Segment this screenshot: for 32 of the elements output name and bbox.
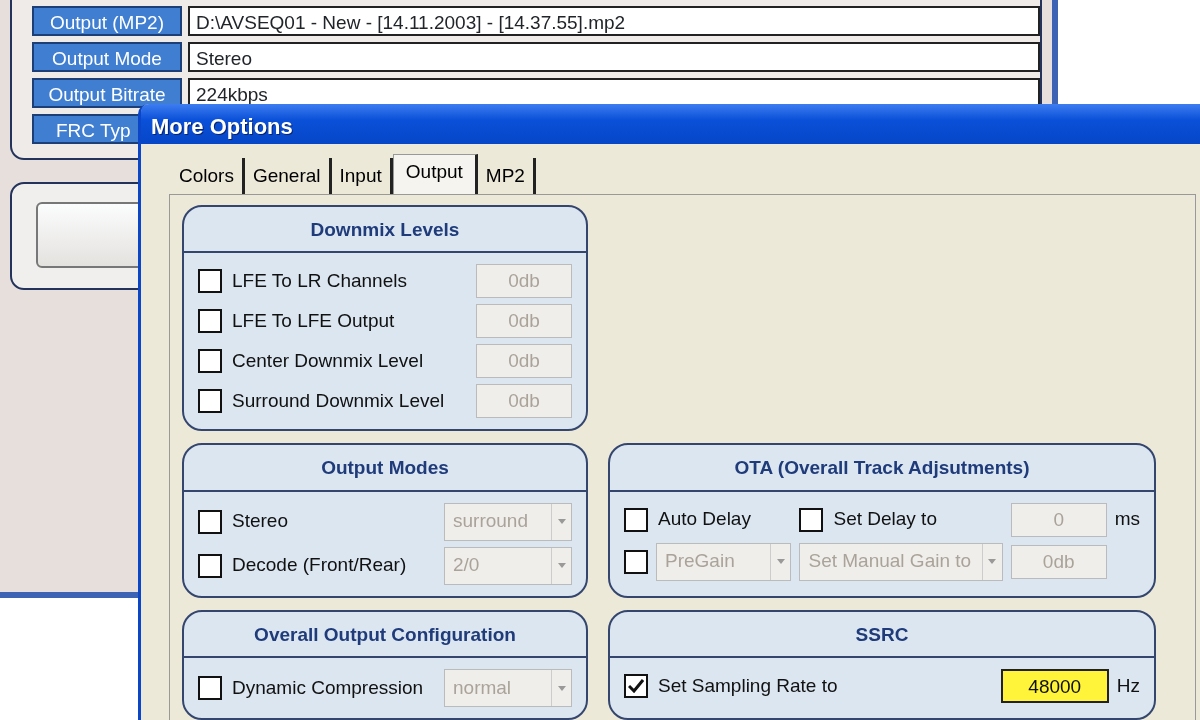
- caret-icon: [988, 559, 997, 564]
- checkbox[interactable]: Center Downmix Level: [198, 346, 468, 376]
- checkbox[interactable]: [624, 549, 648, 574]
- checkbox[interactable]: LFE To LFE Output: [198, 306, 468, 336]
- checkbox[interactable]: LFE To LR Channels: [198, 266, 468, 296]
- unit-label: ms: [1114, 507, 1140, 532]
- group-title: Overall Output Configuration: [184, 611, 586, 658]
- checkbox[interactable]: Decode (Front/Rear): [198, 551, 436, 580]
- checkbox[interactable]: Dynamic Compression: [198, 673, 436, 703]
- checkbox[interactable]: Set Sampling Rate to: [624, 671, 993, 701]
- input-field[interactable]: 48000: [1000, 669, 1109, 703]
- window-title: More Options: [141, 104, 1200, 144]
- checkbox[interactable]: Auto Delay: [624, 505, 792, 534]
- setting-label: Output Mode: [32, 42, 182, 72]
- group-title: Downmix Levels: [184, 206, 586, 253]
- text-field[interactable]: D:\AVSEQ01 - New - [14.11.2003] - [14.37.55].mp2: [188, 6, 1040, 36]
- caret-icon: [557, 563, 566, 568]
- group-title: OTA (Overall Track Adjsutments): [610, 445, 1154, 492]
- text-field[interactable]: Stereo: [188, 42, 1040, 72]
- checkbox[interactable]: Surround Downmix Level: [198, 386, 468, 416]
- caret-icon: [557, 685, 566, 691]
- unit-label: Hz: [1116, 673, 1140, 698]
- tab[interactable]: Output: [392, 154, 478, 194]
- checkbox[interactable]: Stereo: [198, 507, 436, 536]
- caret-icon: [557, 519, 566, 524]
- checkbox[interactable]: Set Delay to: [799, 505, 1003, 534]
- caret-icon: [776, 559, 785, 564]
- setting-label: Output Bitrate: [32, 78, 182, 108]
- check-mark-icon: [628, 679, 644, 693]
- group-title: SSRC: [610, 611, 1154, 658]
- setting-label: Output (MP2): [32, 6, 182, 36]
- group-title: Output Modes: [184, 445, 586, 492]
